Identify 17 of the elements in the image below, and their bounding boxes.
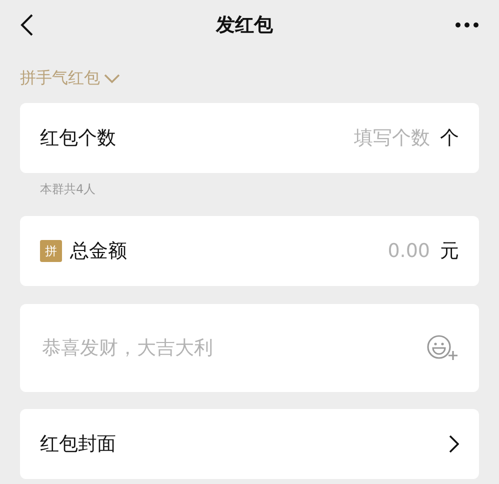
count-unit: 个 bbox=[440, 126, 459, 151]
amount-input[interactable]: 0.00 bbox=[338, 239, 432, 263]
cover-label: 红包封面 bbox=[40, 432, 116, 457]
chevron-right-icon bbox=[449, 435, 459, 453]
amount-unit: 元 bbox=[440, 239, 459, 264]
lucky-badge: 拼 bbox=[40, 240, 62, 262]
emoji-add-icon[interactable] bbox=[427, 335, 459, 361]
count-label: 红包个数 bbox=[40, 126, 116, 151]
back-button[interactable] bbox=[20, 14, 34, 36]
group-member-note: 本群共4人 bbox=[39, 181, 97, 198]
page-title: 发红包 bbox=[216, 13, 273, 38]
more-button[interactable] bbox=[455, 22, 479, 28]
chevron-down-icon bbox=[104, 74, 120, 84]
cover-row[interactable]: 红包封面 bbox=[20, 409, 479, 479]
greeting-input[interactable]: 恭喜发财，大吉大利 bbox=[40, 336, 419, 360]
amount-label: 总金额 bbox=[70, 239, 127, 264]
count-input[interactable]: 填写个数 bbox=[308, 126, 432, 150]
